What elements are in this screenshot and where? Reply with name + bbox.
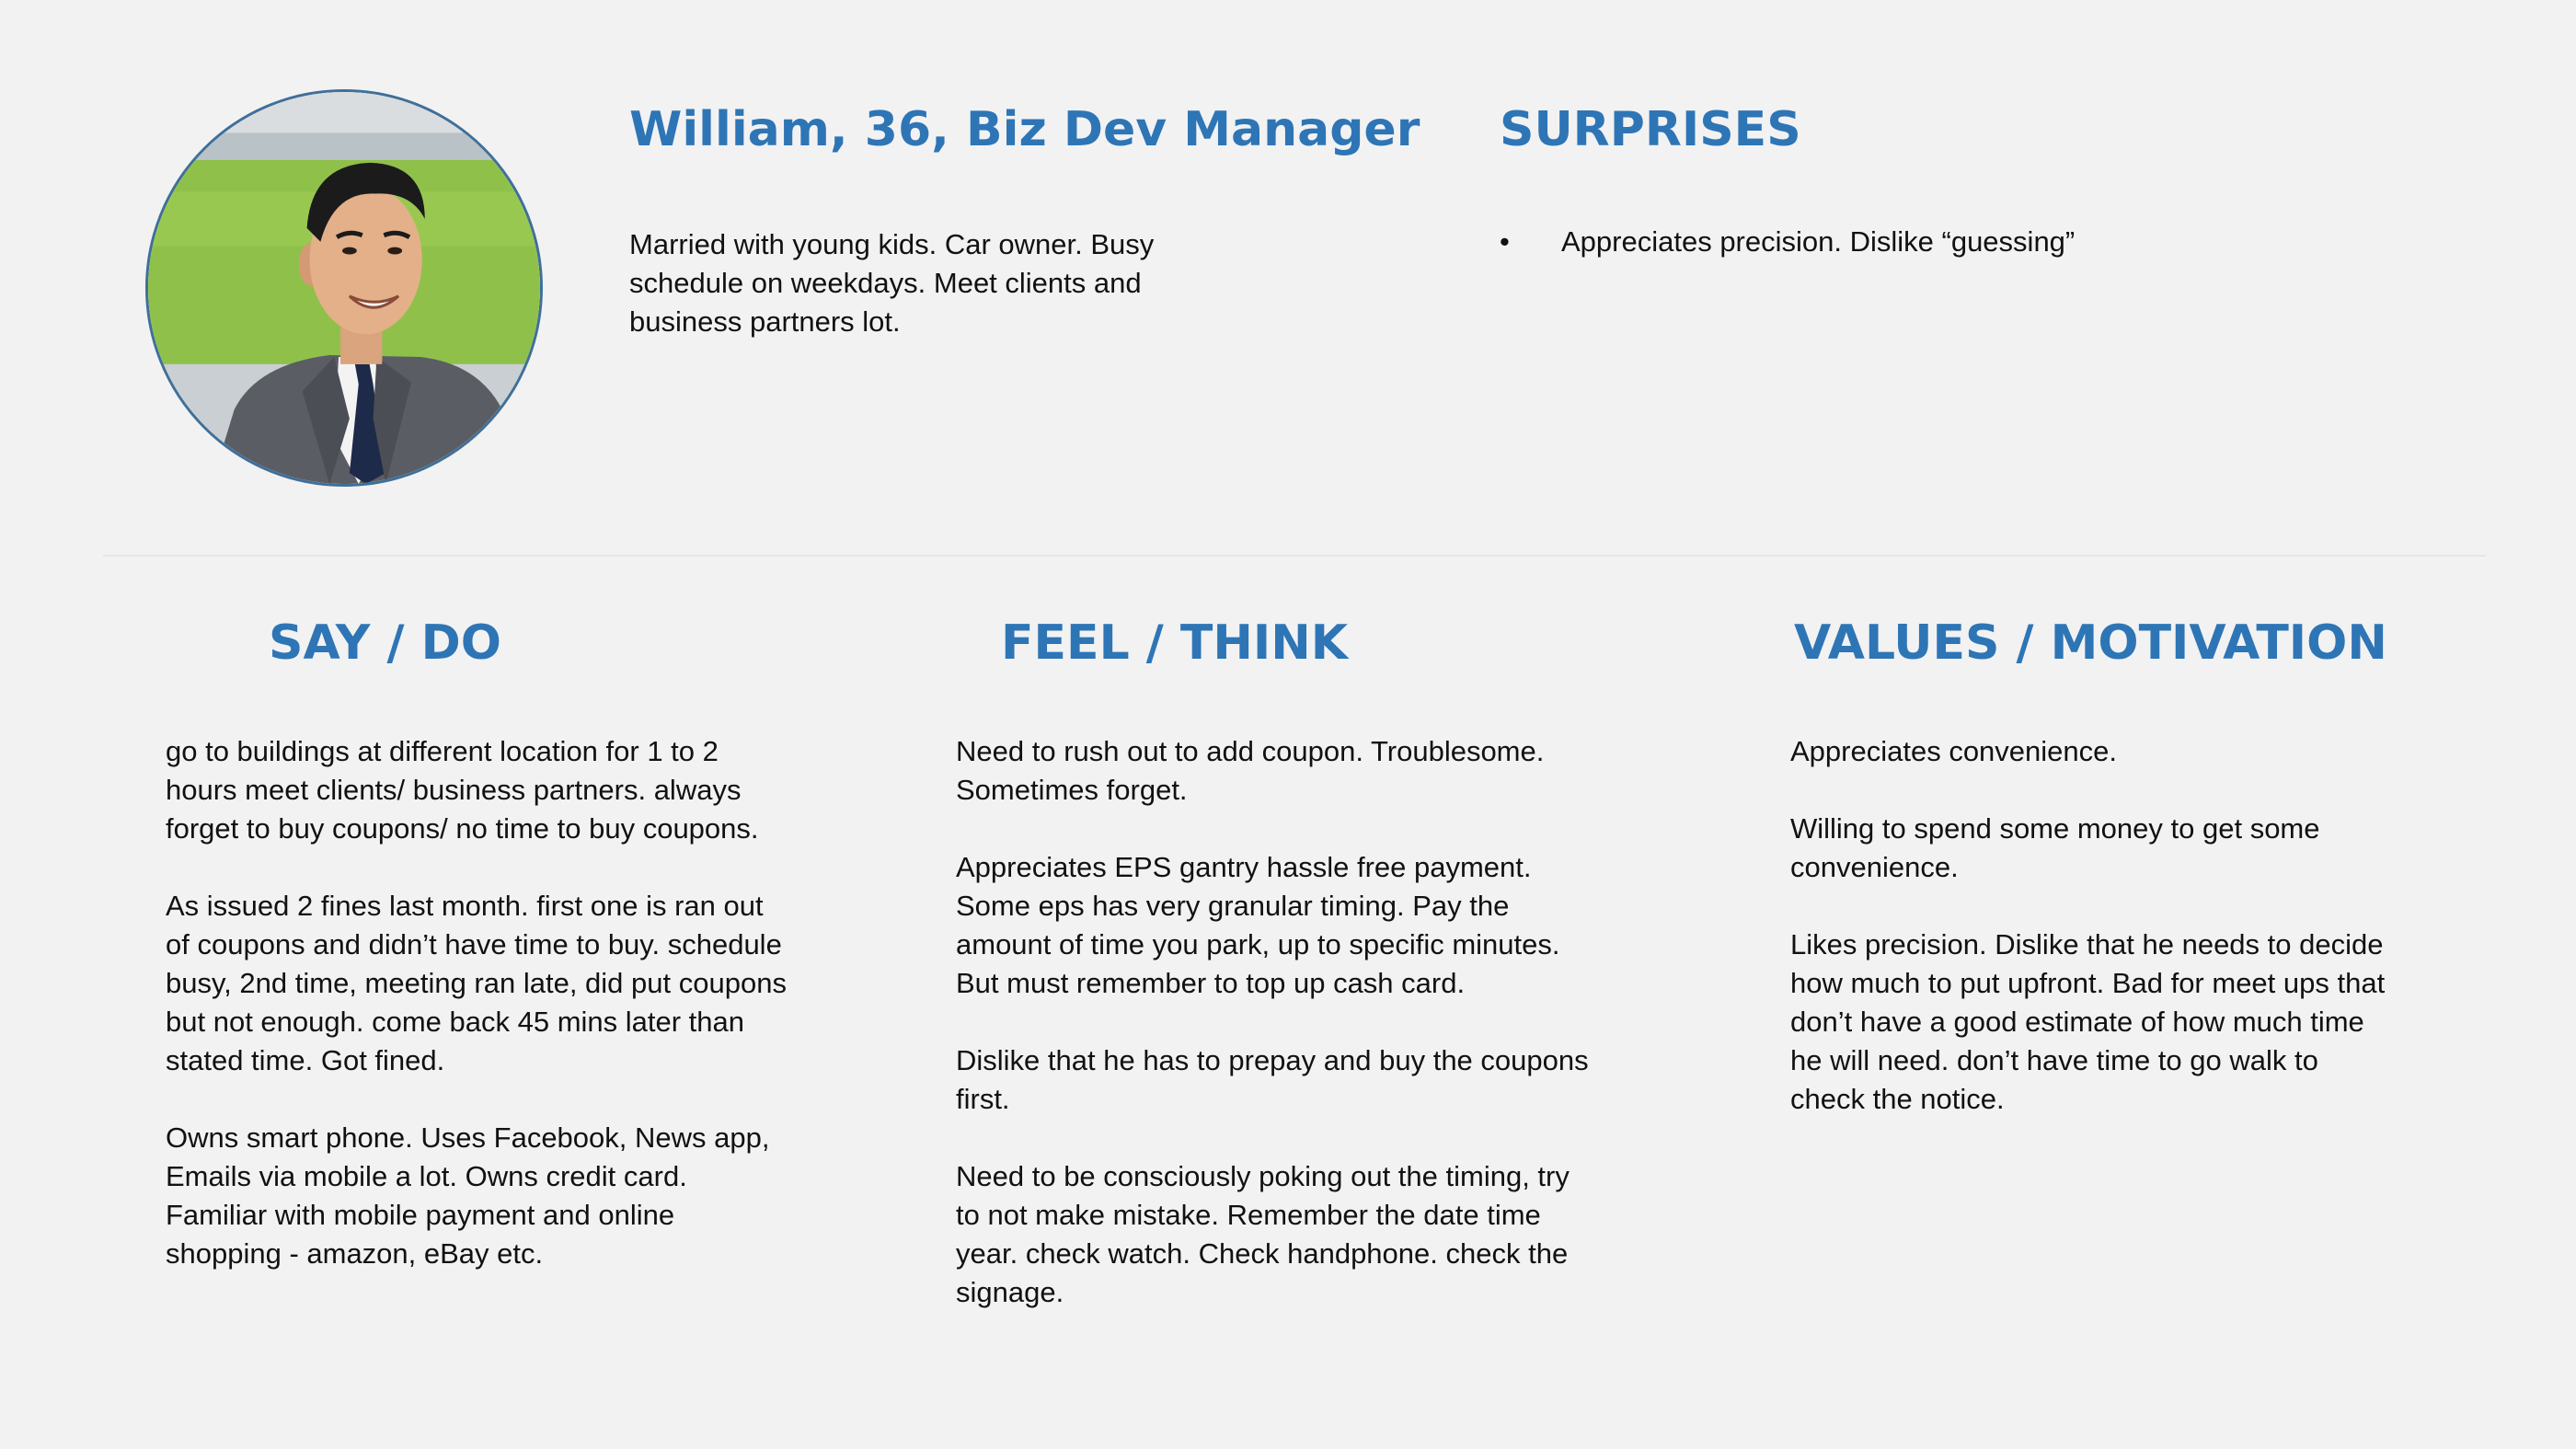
section-divider [103, 555, 2486, 557]
say-do-paragraph: Owns smart phone. Uses Facebook, News ap… [166, 1121, 770, 1270]
values-motivation-body: Appreciates convenience. Willing to spen… [1790, 732, 2398, 1119]
bullet-icon: • [1500, 225, 1510, 258]
say-do-paragraph: As issued 2 fines last month. first one … [166, 890, 787, 1076]
surprises-heading: SURPRISES [1500, 102, 1801, 157]
say-do-heading: SAY / DO [269, 615, 501, 671]
values-paragraph: Likes precision. Dislike that he needs t… [1790, 928, 2386, 1115]
persona-description: Married with young kids. Car owner. Busy… [629, 228, 1155, 338]
values-motivation-heading: VALUES / MOTIVATION [1794, 615, 2387, 671]
feel-think-paragraph: Need to be consciously poking out the ti… [956, 1160, 1570, 1308]
list-item: • Appreciates precision. Dislike “guessi… [1500, 223, 2420, 261]
feel-think-paragraph: Appreciates EPS gantry hassle free payme… [956, 851, 1560, 999]
say-do-paragraph: go to buildings at different location fo… [166, 735, 759, 845]
values-paragraph: Willing to spend some money to get some … [1790, 812, 2320, 883]
feel-think-paragraph: Need to rush out to add coupon. Troubles… [956, 735, 1545, 806]
feel-think-heading: FEEL / THINK [1001, 615, 1349, 671]
feel-think-paragraph: Dislike that he has to prepay and buy th… [956, 1044, 1589, 1115]
feel-think-body: Need to rush out to add coupon. Troubles… [956, 732, 1600, 1312]
surprises-list: • Appreciates precision. Dislike “guessi… [1500, 223, 2420, 261]
say-do-body: go to buildings at different location fo… [166, 732, 791, 1273]
persona-title: William, 36, Biz Dev Manager [629, 102, 1420, 157]
surprise-text: Appreciates precision. Dislike “guessing… [1561, 225, 2076, 258]
persona-photo-illustration [148, 92, 540, 484]
persona-avatar [145, 89, 543, 487]
values-paragraph: Appreciates convenience. [1790, 735, 2118, 767]
